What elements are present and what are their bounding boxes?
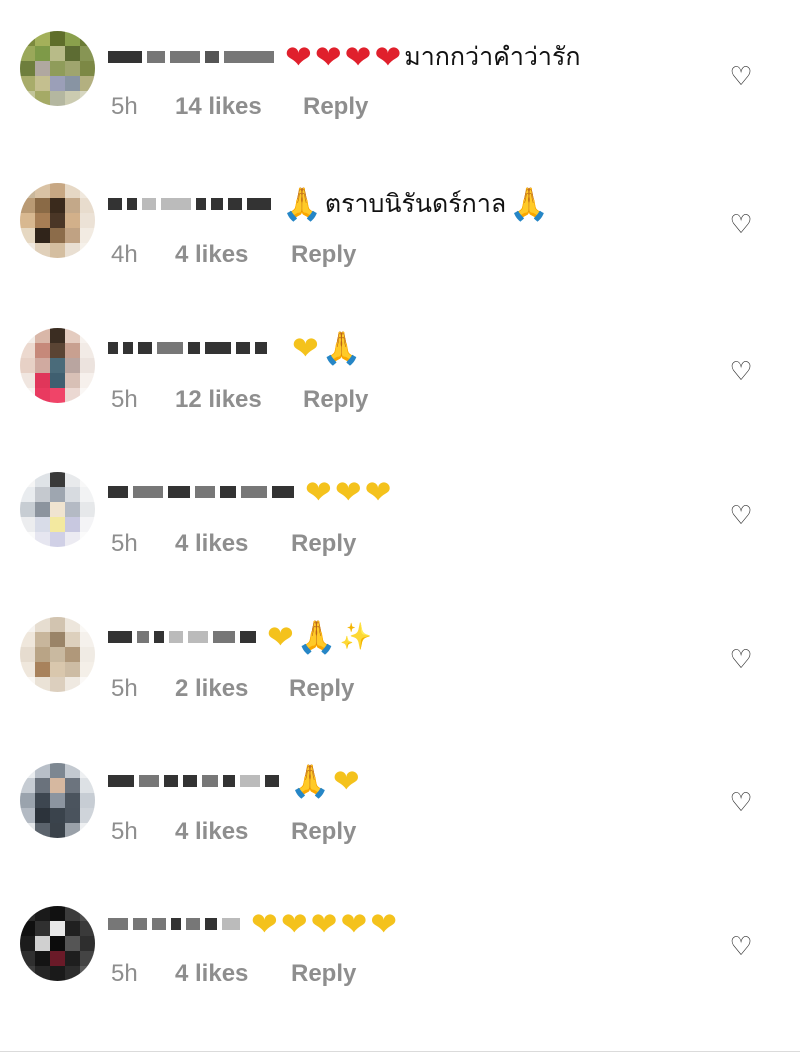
- sparkles-icon: ✨: [339, 622, 373, 652]
- comment-item: ❤ ❤ ❤ ❤ ❤ 5h 4 likes Reply ♡: [0, 870, 800, 1010]
- timestamp: 5h: [111, 93, 138, 120]
- comment-line: ❤ 🙏: [108, 328, 365, 368]
- likes-count[interactable]: 14 likes: [175, 93, 303, 121]
- yellow-heart-icon: ❤: [251, 905, 278, 943]
- folded-hands-icon: 🙏: [321, 329, 362, 367]
- heart-outline-icon[interactable]: ♡: [727, 788, 755, 816]
- comment-meta: 5h 2 likes Reply: [111, 674, 354, 704]
- yellow-heart-icon: ❤: [370, 905, 398, 943]
- avatar[interactable]: [20, 183, 95, 258]
- heart-outline-icon[interactable]: ♡: [727, 501, 755, 529]
- comment-meta: 5h 4 likes Reply: [111, 959, 356, 989]
- timestamp: 5h: [111, 386, 138, 413]
- likes-count[interactable]: 4 likes: [175, 530, 291, 558]
- username-blurred[interactable]: [108, 333, 272, 363]
- yellow-heart-icon: ❤: [340, 905, 368, 943]
- yellow-heart-icon: ❤: [332, 762, 360, 800]
- heart-outline-icon[interactable]: ♡: [727, 645, 755, 673]
- red-heart-icon: ❤: [285, 38, 312, 76]
- reply-button[interactable]: Reply: [291, 530, 356, 558]
- reply-button[interactable]: Reply: [303, 386, 368, 414]
- comment-item: ❤ 🙏 ✨ 5h 2 likes Reply ♡: [0, 580, 800, 720]
- likes-count[interactable]: 4 likes: [175, 241, 291, 269]
- likes-count[interactable]: 2 likes: [175, 675, 289, 703]
- heart-outline-icon[interactable]: ♡: [727, 932, 755, 960]
- timestamp: 5h: [111, 530, 138, 557]
- comment-item: 🙏 ตราบนิรันดร์กาล 🙏 4h 4 likes Reply ♡: [0, 145, 800, 285]
- yellow-heart-icon: ❤: [334, 473, 362, 511]
- yellow-heart-icon: ❤: [292, 329, 319, 367]
- avatar[interactable]: [20, 31, 95, 106]
- yellow-heart-icon: ❤: [280, 905, 308, 943]
- likes-count[interactable]: 12 likes: [175, 386, 303, 414]
- avatar[interactable]: [20, 763, 95, 838]
- username-blurred[interactable]: [108, 189, 276, 219]
- red-heart-icon: ❤: [314, 38, 342, 76]
- username-blurred[interactable]: [108, 42, 279, 72]
- divider: [0, 1051, 800, 1052]
- comment-meta: 5h 12 likes Reply: [111, 385, 368, 415]
- comment-meta: 5h 4 likes Reply: [111, 817, 356, 847]
- username-blurred[interactable]: [108, 622, 261, 652]
- comment-line: ❤ ❤ ❤: [108, 472, 394, 512]
- comment-item: ❤ 🙏 5h 12 likes Reply ♡: [0, 290, 800, 430]
- username-blurred[interactable]: [108, 766, 284, 796]
- timestamp: 4h: [111, 241, 138, 268]
- heart-outline-icon[interactable]: ♡: [727, 357, 755, 385]
- reply-button[interactable]: Reply: [289, 675, 354, 703]
- heart-outline-icon[interactable]: ♡: [727, 62, 755, 90]
- comment-line: 🙏 ❤: [108, 761, 363, 801]
- comment-line: ❤ 🙏 ✨: [108, 617, 375, 657]
- reply-button[interactable]: Reply: [291, 241, 356, 269]
- timestamp: 5h: [111, 675, 138, 702]
- folded-hands-icon: 🙏: [282, 185, 322, 223]
- folded-hands-icon: 🙏: [296, 618, 337, 656]
- reply-button[interactable]: Reply: [291, 960, 356, 988]
- yellow-heart-icon: ❤: [305, 473, 332, 511]
- folded-hands-icon: 🙏: [509, 185, 550, 223]
- yellow-heart-icon: ❤: [310, 905, 338, 943]
- comment-text: ตราบนิรันดร์กาล: [324, 189, 507, 218]
- likes-count[interactable]: 4 likes: [175, 960, 291, 988]
- yellow-heart-icon: ❤: [364, 473, 392, 511]
- heart-outline-icon[interactable]: ♡: [727, 210, 755, 238]
- comment-item: ❤ ❤ ❤ 5h 4 likes Reply ♡: [0, 435, 800, 575]
- red-heart-icon: ❤: [344, 38, 372, 76]
- username-blurred[interactable]: [108, 477, 299, 507]
- red-heart-icon: ❤: [374, 38, 402, 76]
- username-blurred[interactable]: [108, 909, 245, 939]
- folded-hands-icon: 🙏: [290, 762, 330, 800]
- comment-text: มากกว่าคำว่ารัก: [404, 42, 581, 71]
- comment-line: ❤ ❤ ❤ ❤ ❤: [108, 904, 400, 944]
- avatar[interactable]: [20, 617, 95, 692]
- avatar[interactable]: [20, 328, 95, 403]
- comment-meta: 5h 4 likes Reply: [111, 529, 356, 559]
- avatar[interactable]: [20, 472, 95, 547]
- reply-button[interactable]: Reply: [291, 818, 356, 846]
- comment-meta: 4h 4 likes Reply: [111, 240, 356, 270]
- comment-meta: 5h 14 likes Reply: [111, 92, 368, 122]
- comment-item: ❤ ❤ ❤ ❤ มากกว่าคำว่ารัก 5h 14 likes Repl…: [0, 0, 800, 140]
- likes-count[interactable]: 4 likes: [175, 818, 291, 846]
- yellow-heart-icon: ❤: [267, 618, 294, 656]
- timestamp: 5h: [111, 818, 138, 845]
- comment-line: ❤ ❤ ❤ ❤ มากกว่าคำว่ารัก: [108, 37, 581, 77]
- avatar[interactable]: [20, 906, 95, 981]
- timestamp: 5h: [111, 960, 138, 987]
- reply-button[interactable]: Reply: [303, 93, 368, 121]
- comment-item: 🙏 ❤ 5h 4 likes Reply ♡: [0, 725, 800, 865]
- comment-line: 🙏 ตราบนิรันดร์กาล 🙏: [108, 184, 552, 224]
